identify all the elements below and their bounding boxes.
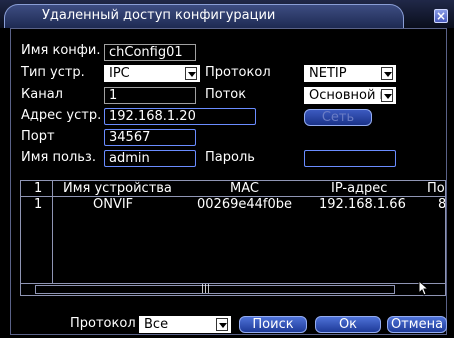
chevron-down-icon[interactable] bbox=[185, 67, 197, 80]
chevron-down-icon[interactable] bbox=[216, 318, 228, 331]
username-label: Имя польз. bbox=[21, 150, 96, 165]
cancel-button[interactable]: Отмена bbox=[387, 316, 447, 333]
horizontal-scrollbar[interactable]: ||| bbox=[21, 283, 445, 295]
protocol-label: Протокол bbox=[205, 65, 271, 80]
mouse-cursor-icon bbox=[418, 280, 430, 296]
password-input[interactable] bbox=[304, 150, 396, 167]
column-header-ip: IP-адрес bbox=[331, 181, 388, 196]
device-type-label: Тип устр. bbox=[21, 65, 85, 80]
device-address-input[interactable]: 192.168.1.20 bbox=[104, 108, 256, 125]
scrollbar-track[interactable] bbox=[35, 285, 395, 294]
bottom-protocol-value: Все bbox=[144, 317, 169, 332]
config-name-input[interactable]: chConfig01 bbox=[104, 44, 196, 61]
close-button[interactable]: × bbox=[434, 9, 448, 23]
config-name-label: Имя конфи. bbox=[21, 43, 101, 58]
password-label: Пароль bbox=[205, 150, 255, 165]
network-button[interactable]: Сеть bbox=[304, 109, 372, 126]
channel-input[interactable]: 1 bbox=[104, 87, 196, 104]
chevron-down-icon[interactable] bbox=[381, 67, 393, 80]
protocol-value: NETIP bbox=[309, 66, 347, 81]
column-header-device-name: Имя устройства bbox=[63, 181, 172, 196]
search-button[interactable]: Поиск bbox=[239, 316, 307, 333]
column-header-mac: MAC bbox=[230, 181, 259, 196]
column-header-number: 1 bbox=[34, 181, 43, 196]
port-input[interactable]: 34567 bbox=[104, 129, 196, 146]
close-icon: × bbox=[435, 9, 447, 23]
device-address-label: Адрес устр. bbox=[21, 108, 102, 123]
device-type-value: IPC bbox=[109, 66, 130, 81]
port-label: Порт bbox=[21, 129, 55, 144]
stream-label: Поток bbox=[205, 87, 247, 102]
bottom-protocol-select[interactable]: Все bbox=[139, 316, 231, 333]
bottom-protocol-label: Протокол bbox=[70, 316, 136, 331]
column-divider bbox=[52, 181, 53, 283]
ok-button[interactable]: Ок bbox=[315, 316, 381, 333]
row-ip: 192.168.1.66 bbox=[319, 197, 406, 212]
device-type-select[interactable]: IPC bbox=[104, 65, 200, 82]
stream-value: Основной п bbox=[309, 88, 389, 103]
chevron-down-icon[interactable] bbox=[381, 89, 393, 102]
column-header-port: По bbox=[427, 181, 445, 196]
stream-select[interactable]: Основной п bbox=[304, 87, 396, 104]
row-device-name: ONVIF bbox=[93, 197, 134, 212]
row-number: 1 bbox=[34, 197, 43, 212]
protocol-select[interactable]: NETIP bbox=[304, 65, 396, 82]
window-title: Удаленный доступ конфигурации bbox=[42, 8, 276, 23]
username-input[interactable]: admin bbox=[104, 150, 196, 167]
scrollbar-grip[interactable]: ||| bbox=[201, 285, 210, 294]
title-bar: Удаленный доступ конфигурации × bbox=[0, 0, 454, 28]
row-port: 8 bbox=[438, 197, 446, 212]
row-mac: 00269e44f0be bbox=[197, 197, 292, 212]
device-table: 1 Имя устройства MAC IP-адрес По 1 ONVIF… bbox=[20, 180, 446, 296]
channel-label: Канал bbox=[21, 87, 63, 102]
